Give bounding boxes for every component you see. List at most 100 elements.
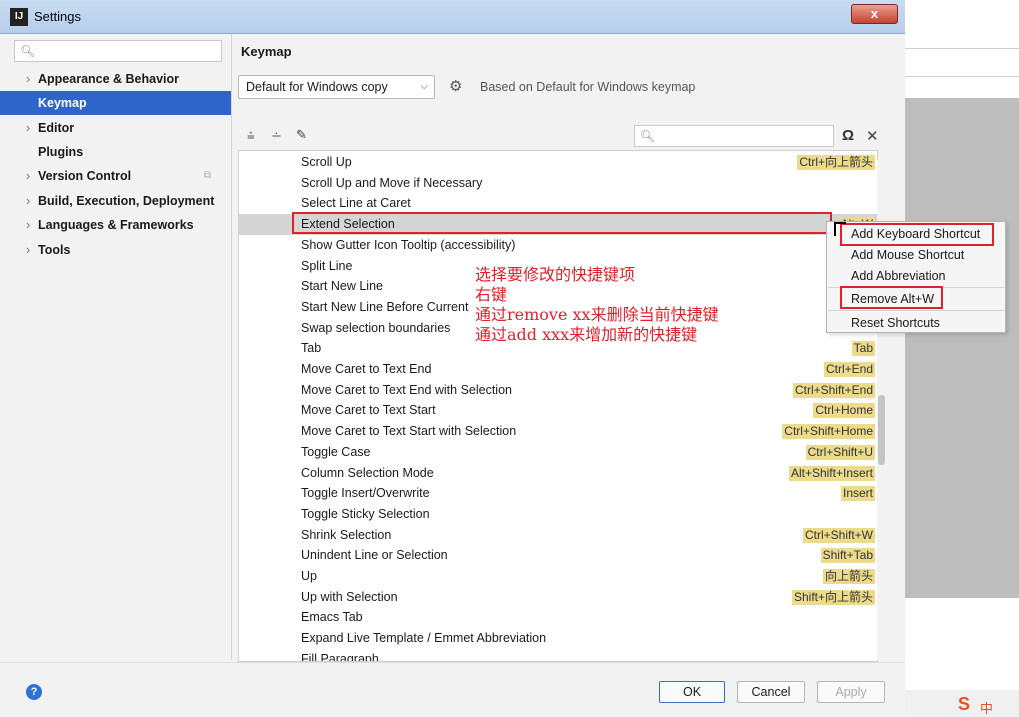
sidebar-item-label: Tools	[38, 243, 71, 257]
keymap-scheme-value: Default for Windows copy	[246, 80, 388, 94]
action-name: Move Caret to Text End with Selection	[301, 382, 512, 397]
action-name: Toggle Insert/Overwrite	[301, 486, 430, 501]
action-row[interactable]: Toggle Case Ctrl+Shift+U	[239, 442, 877, 463]
shortcut-badge: Ctrl+Home	[813, 403, 875, 419]
help-button[interactable]: ?	[26, 684, 42, 700]
chevron-right-icon: ›	[26, 121, 31, 135]
action-row[interactable]: Fill Paragraph	[239, 649, 877, 662]
menu-item-add-mouse-shortcut[interactable]: Add Mouse Shortcut	[851, 248, 964, 262]
apply-button[interactable]: Apply	[817, 681, 885, 703]
menu-item-add-abbreviation[interactable]: Add Abbreviation	[851, 269, 946, 283]
action-name: Start New Line	[301, 279, 383, 294]
action-row[interactable]: Move Caret to Text End Ctrl+End	[239, 359, 877, 380]
action-name: Toggle Case	[301, 444, 371, 459]
project-settings-icon: ⧉	[203, 170, 211, 181]
sidebar-item-label: Appearance & Behavior	[38, 72, 180, 86]
shortcut-badge: 向上箭头	[822, 569, 875, 584]
clear-filter-icon[interactable]: ✕	[866, 127, 879, 145]
window-title: Settings	[34, 9, 81, 24]
sidebar-item-build-execution-deployment[interactable]: › Build, Execution, Deployment	[0, 189, 231, 213]
ok-button[interactable]: OK	[659, 681, 725, 703]
action-name: Scroll Up and Move if Necessary	[301, 175, 483, 190]
action-row[interactable]: Scroll Up Ctrl+向上箭头	[239, 152, 877, 173]
action-name: Show Gutter Icon Tooltip (accessibility)	[301, 237, 516, 252]
expand-all-icon[interactable]: ⩮	[247, 128, 255, 144]
action-row[interactable]: Toggle Sticky Selection	[239, 504, 877, 525]
edit-shortcut-icon[interactable]: ✎	[296, 127, 307, 143]
keymap-scheme-select[interactable]: Default for Windows copy ⌵	[238, 75, 435, 99]
app-icon: IJ	[10, 8, 28, 26]
shortcut-badge: Ctrl+向上箭头	[797, 155, 875, 170]
action-row[interactable]: Up 向上箭头	[239, 566, 877, 587]
sidebar-item-label: Languages & Frameworks	[38, 218, 194, 232]
divider	[905, 76, 1019, 77]
chevron-right-icon: ›	[26, 218, 31, 232]
action-name: Up	[301, 569, 317, 583]
chevron-right-icon: ›	[26, 194, 31, 208]
action-name: Shrink Selection	[301, 527, 392, 542]
action-name: Column Selection Mode	[301, 465, 434, 480]
action-name: Scroll Up	[301, 155, 352, 169]
action-name: Move Caret to Text Start	[301, 403, 436, 418]
action-name: Tab	[301, 341, 322, 356]
sidebar-search-input[interactable]: 🔍︎	[14, 40, 222, 62]
ime-language-indicator[interactable]: 中	[980, 698, 993, 717]
sidebar-item-version-control[interactable]: › Version Control ⧉	[0, 164, 231, 188]
annotation-text: 通过add xxx来增加新的快捷键	[475, 325, 698, 344]
shortcut-badge: Ctrl+Shift+U	[805, 444, 875, 460]
shortcut-badge: Ctrl+Shift+End	[792, 382, 875, 398]
action-row[interactable]: Column Selection Mode Alt+Shift+Insert	[239, 463, 877, 484]
find-by-shortcut-icon[interactable]: Ω	[842, 127, 854, 144]
shortcut-badge: Tab	[851, 341, 875, 357]
action-row[interactable]: Expand Live Template / Emmet Abbreviatio…	[239, 628, 877, 649]
chevron-down-icon: ⌵	[420, 81, 428, 92]
action-search-input[interactable]: 🔍︎	[634, 125, 834, 147]
sidebar-item-editor[interactable]: › Editor	[0, 116, 231, 140]
action-row[interactable]: Shrink Selection Ctrl+Shift+W	[239, 525, 877, 546]
title-bar	[0, 0, 905, 34]
divider	[905, 48, 1019, 49]
collapse-all-icon[interactable]: ∸	[271, 128, 282, 144]
close-button[interactable]: x	[851, 4, 898, 24]
sidebar-item-plugins[interactable]: Plugins	[0, 140, 231, 164]
action-name: Unindent Line or Selection	[301, 548, 448, 563]
action-row[interactable]: Move Caret to Text Start with Selection C…	[239, 421, 877, 442]
chevron-right-icon: ›	[26, 243, 31, 257]
action-name: Emacs Tab	[301, 610, 363, 625]
action-row[interactable]: Scroll Up and Move if Necessary	[239, 173, 877, 194]
chevron-right-icon: ›	[26, 72, 31, 86]
highlight-frame	[292, 212, 832, 234]
action-name: Move Caret to Text Start with Selection	[301, 424, 517, 439]
action-row[interactable]: Emacs Tab	[239, 607, 877, 628]
sidebar-item-label: Build, Execution, Deployment	[38, 194, 215, 208]
action-row[interactable]: Toggle Insert/Overwrite Insert	[239, 483, 877, 504]
sidebar-item-tools[interactable]: › Tools	[0, 238, 231, 262]
action-row[interactable]: Move Caret to Text End with Selection Ctr…	[239, 380, 877, 401]
sidebar-item-keymap[interactable]: Keymap	[0, 91, 231, 115]
scrollbar-thumb[interactable]	[878, 395, 885, 465]
sidebar-item-label: Keymap	[38, 96, 87, 110]
action-row[interactable]: Up with Selection Shift+向上箭头	[239, 587, 877, 608]
menu-item-reset-shortcuts[interactable]: Reset Shortcuts	[851, 316, 940, 330]
settings-sidebar: 🔍︎ › Appearance & Behavior Keymap › Edit…	[0, 34, 232, 660]
action-name: Start New Line Before Current	[301, 299, 469, 314]
cancel-button[interactable]: Cancel	[737, 681, 805, 703]
action-row[interactable]: Unindent Line or Selection Shift+Tab	[239, 545, 877, 566]
sidebar-item-languages-frameworks[interactable]: › Languages & Frameworks	[0, 213, 231, 237]
gear-icon[interactable]: ⚙	[449, 77, 462, 95]
action-row[interactable]: Show Gutter Icon Tooltip (accessibility)…	[239, 235, 877, 256]
highlight-frame	[840, 286, 943, 309]
shortcut-badge: Shift+Tab	[820, 548, 875, 564]
action-row[interactable]: Select Line at Caret	[239, 193, 877, 214]
sidebar-item-appearance-behavior[interactable]: › Appearance & Behavior	[0, 67, 231, 91]
search-icon: 🔍︎	[20, 44, 36, 58]
ime-logo-icon[interactable]: S	[958, 694, 970, 715]
action-row[interactable]: Move Caret to Text Start Ctrl+Home	[239, 400, 877, 421]
keymap-based-on-text: Based on Default for Windows keymap	[480, 80, 696, 94]
shortcut-badge: Ctrl+End	[823, 362, 875, 377]
sidebar-item-label: Plugins	[38, 145, 84, 159]
action-name: Up with Selection	[301, 589, 398, 604]
shortcut-badge: Ctrl+Shift+Home	[782, 424, 875, 440]
action-name: Fill Paragraph	[301, 651, 379, 662]
sidebar-item-label: Version Control	[38, 169, 132, 183]
